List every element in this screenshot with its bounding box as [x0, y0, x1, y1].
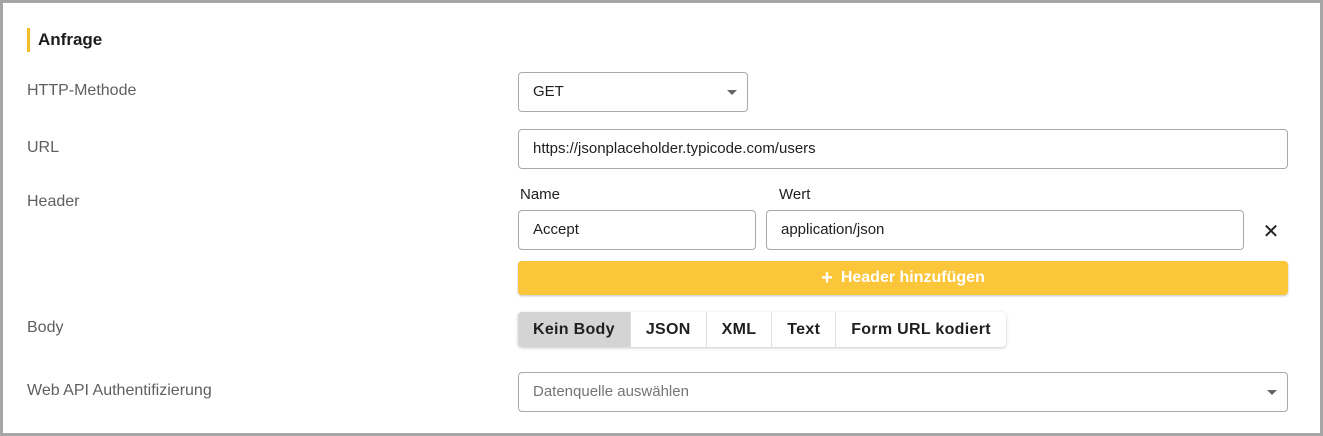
section-title: Anfrage [27, 28, 102, 52]
close-icon: ✕ [1262, 220, 1280, 243]
url-value: https://jsonplaceholder.typicode.com/use… [533, 140, 816, 157]
header-name-value: Accept [533, 221, 579, 238]
header-name-column: Name [520, 186, 561, 203]
body-option-text[interactable]: Text [772, 312, 837, 347]
body-option-xml[interactable]: XML [707, 312, 773, 347]
chevron-down-icon [727, 90, 737, 95]
header-value-input[interactable]: application/json [766, 210, 1244, 250]
http-method-select[interactable]: GET [518, 72, 748, 112]
header-value-column: Wert [779, 186, 811, 203]
http-method-value: GET [533, 83, 564, 100]
auth-placeholder: Datenquelle auswählen [533, 383, 689, 400]
add-header-button[interactable]: + Header hinzufügen [518, 261, 1288, 295]
add-header-label: Header hinzufügen [840, 269, 985, 286]
body-option-json[interactable]: JSON [631, 312, 707, 347]
url-label: URL [27, 139, 60, 156]
auth-datasource-select[interactable]: Datenquelle auswählen [518, 372, 1288, 412]
body-option-form-url[interactable]: Form URL kodiert [836, 312, 1006, 347]
http-method-label: HTTP-Methode [27, 82, 137, 99]
header-name-input[interactable]: Accept [518, 210, 756, 250]
header-label: Header [27, 193, 80, 210]
url-input[interactable]: https://jsonplaceholder.typicode.com/use… [518, 129, 1288, 169]
body-label: Body [27, 319, 64, 336]
chevron-down-icon [1267, 390, 1277, 395]
auth-label: Web API Authentifizierung [27, 382, 212, 399]
body-option-none[interactable]: Kein Body [518, 312, 631, 347]
header-value-value: application/json [781, 221, 885, 238]
body-type-selector: Kein Body JSON XML Text Form URL kodiert [518, 312, 1006, 347]
plus-icon: + [821, 267, 833, 289]
remove-header-button[interactable]: ✕ [1258, 218, 1284, 244]
